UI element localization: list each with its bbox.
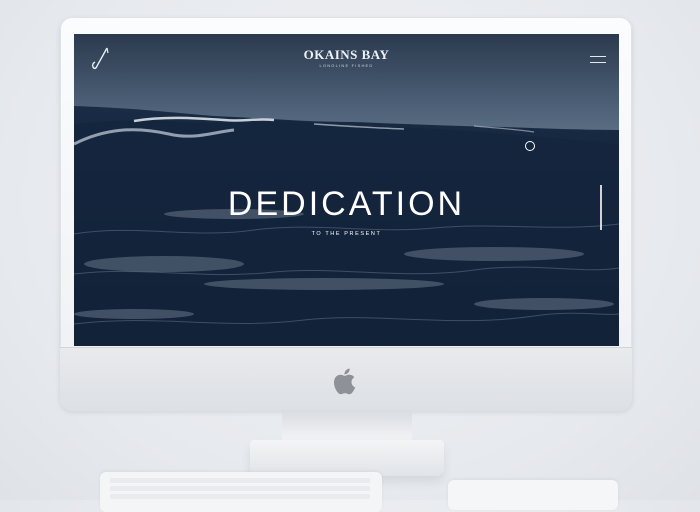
trackpad <box>448 480 618 510</box>
imac-chin <box>60 347 632 411</box>
cursor-indicator <box>525 141 535 151</box>
apple-logo-icon <box>334 368 356 395</box>
slide-indicator[interactable] <box>600 185 602 230</box>
brand-title: OKAINS BAY <box>303 47 390 62</box>
hero-headline: DEDICATION <box>227 185 466 223</box>
website-screen: OKAINS BAY LONGLINE FISHED DEDICATION TO… <box>74 34 619 346</box>
imac-display: OKAINS BAY LONGLINE FISHED DEDICATION TO… <box>60 17 632 411</box>
hamburger-menu-icon[interactable] <box>590 55 606 65</box>
keyboard <box>100 472 382 512</box>
hero-subheadline: TO THE PRESENT <box>311 231 382 237</box>
brand-subtitle: LONGLINE FISHED <box>319 63 374 68</box>
brand-header[interactable]: OKAINS BAY LONGLINE FISHED <box>74 47 619 69</box>
imac-stand-foot <box>250 440 444 476</box>
